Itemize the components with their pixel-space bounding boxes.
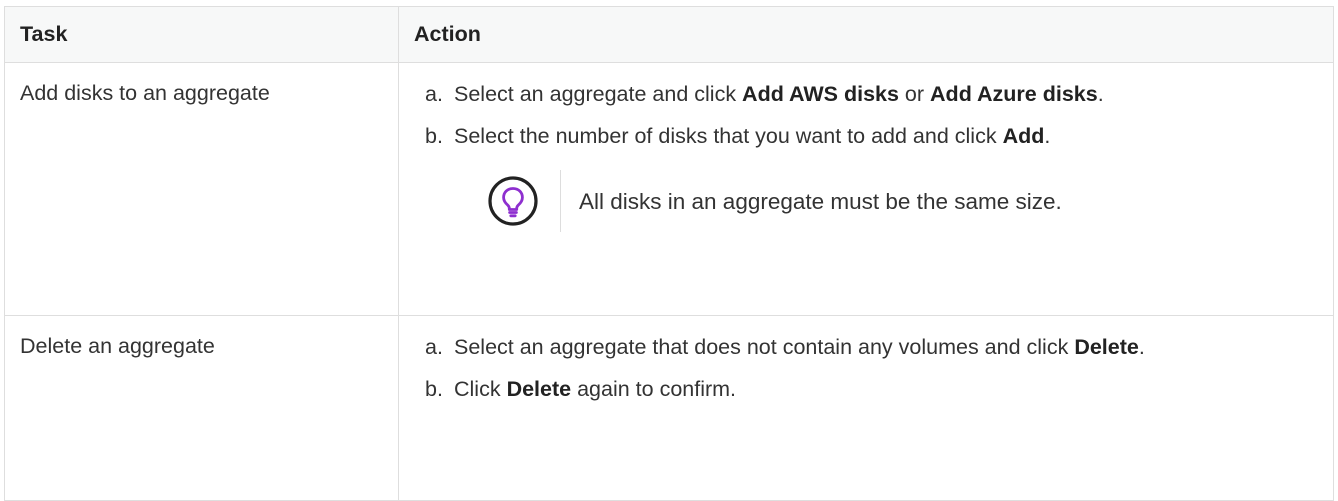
tip-divider <box>560 170 561 232</box>
action-cell: a. Select an aggregate and click Add AWS… <box>398 62 1334 316</box>
step-marker: b. <box>425 377 443 401</box>
action-cell: a. Select an aggregate that does not con… <box>398 315 1334 501</box>
task-cell: Add disks to an aggregate <box>4 62 399 316</box>
step-item: b. Select the number of disks that you w… <box>425 123 1313 150</box>
step-text: Click Delete again to confirm. <box>454 377 737 401</box>
ui-term-delete: Delete <box>506 377 572 401</box>
table-row: Add disks to an aggregate a. Select an a… <box>4 62 1334 316</box>
step-marker: a. <box>425 335 443 359</box>
ui-term-delete: Delete <box>1074 335 1139 359</box>
table-header-row: Task Action <box>4 6 1334 63</box>
step-marker: b. <box>425 124 443 148</box>
ui-term-add-azure-disks: Add Azure disks <box>930 82 1098 106</box>
step-text: Select the number of disks that you want… <box>454 124 1051 148</box>
step-text: Select an aggregate and click Add AWS di… <box>454 82 1104 106</box>
tip-text: All disks in an aggregate must be the sa… <box>579 189 1062 214</box>
step-marker: a. <box>425 82 443 106</box>
step-text: Select an aggregate that does not contai… <box>454 335 1145 359</box>
header-action: Action <box>398 6 1334 63</box>
tip-callout: All disks in an aggregate must be the sa… <box>486 167 1313 235</box>
task-cell: Delete an aggregate <box>4 315 399 501</box>
task-action-table: Task Action Add disks to an aggregate a.… <box>4 6 1334 501</box>
ui-term-add-aws-disks: Add AWS disks <box>742 82 899 106</box>
ui-term-add: Add <box>1002 124 1045 148</box>
step-item: a. Select an aggregate and click Add AWS… <box>425 81 1313 108</box>
step-item: b. Click Delete again to confirm. <box>425 376 1313 403</box>
table-row: Delete an aggregate a. Select an aggrega… <box>4 315 1334 501</box>
lightbulb-icon <box>486 167 554 235</box>
step-item: a. Select an aggregate that does not con… <box>425 334 1313 361</box>
header-task: Task <box>4 6 399 63</box>
